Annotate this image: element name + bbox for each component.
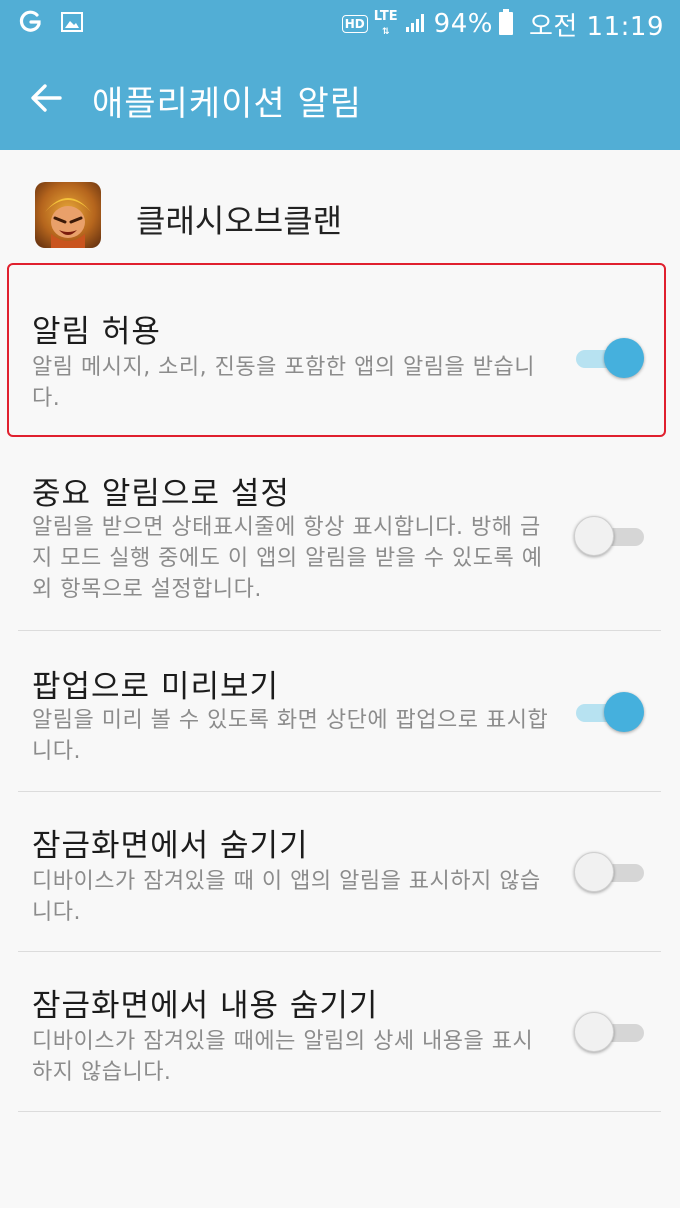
status-bar: HD LTE ⇅ 94% 오전 11:19	[0, 0, 680, 48]
app-header: 클래시오브클랜	[0, 176, 680, 256]
carrier-g-icon	[18, 10, 42, 38]
hd-badge: HD	[341, 15, 368, 33]
app-bar: 애플리케이션 알림	[0, 48, 680, 150]
setting-popup-preview[interactable]: 팝업으로 미리보기 알림을 미리 볼 수 있도록 화면 상단에 팝업으로 표시합…	[0, 631, 680, 791]
toggle-switch[interactable]	[574, 336, 646, 380]
toggle-switch[interactable]	[574, 514, 646, 558]
divider	[18, 1111, 661, 1112]
gallery-icon	[60, 10, 84, 38]
setting-hide-lockscreen[interactable]: 잠금화면에서 숨기기 디바이스가 잠겨있을 때 이 앱의 알림을 표시하지 않습…	[0, 792, 680, 951]
setting-desc: 디바이스가 잠겨있을 때에는 알림의 상세 내용을 표시하지 않습니다.	[32, 1029, 534, 1085]
network-type: LTE ⇅	[373, 8, 398, 37]
clock: 오전 11:19	[528, 11, 664, 42]
app-name: 클래시오브클랜	[136, 202, 343, 240]
setting-desc: 알림을 받으면 상태표시줄에 항상 표시합니다. 방해 금지 모드 실행 중에도…	[32, 515, 543, 602]
signal-icon	[404, 10, 428, 38]
toggle-switch[interactable]	[574, 1010, 646, 1054]
back-arrow-icon[interactable]	[26, 78, 66, 118]
setting-desc: 디바이스가 잠겨있을 때 이 앱의 알림을 표시하지 않습니다.	[32, 869, 541, 925]
setting-title: 잠금화면에서 숨기기	[32, 828, 309, 864]
toggle-switch[interactable]	[574, 850, 646, 894]
setting-desc: 알림을 미리 볼 수 있도록 화면 상단에 팝업으로 표시합니다.	[32, 708, 549, 764]
battery-icon	[498, 9, 513, 39]
page-title: 애플리케이션 알림	[92, 84, 363, 124]
setting-title: 팝업으로 미리보기	[32, 669, 280, 705]
setting-title: 잠금화면에서 내용 숨기기	[32, 988, 379, 1024]
battery-percent: 94%	[433, 9, 493, 39]
setting-title: 알림 허용	[32, 314, 161, 350]
setting-priority[interactable]: 중요 알림으로 설정 알림을 받으면 상태표시줄에 항상 표시합니다. 방해 금…	[0, 440, 680, 630]
app-icon-clash	[35, 182, 101, 248]
setting-hide-content-lockscreen[interactable]: 잠금화면에서 내용 숨기기 디바이스가 잠겨있을 때에는 알림의 상세 내용을 …	[0, 952, 680, 1111]
setting-allow-notifications[interactable]: 알림 허용 알림 메시지, 소리, 진동을 포함한 앱의 알림을 받습니다.	[0, 266, 680, 434]
setting-title: 중요 알림으로 설정	[32, 476, 290, 512]
toggle-switch[interactable]	[574, 690, 646, 734]
setting-desc: 알림 메시지, 소리, 진동을 포함한 앱의 알림을 받습니다.	[32, 355, 535, 411]
